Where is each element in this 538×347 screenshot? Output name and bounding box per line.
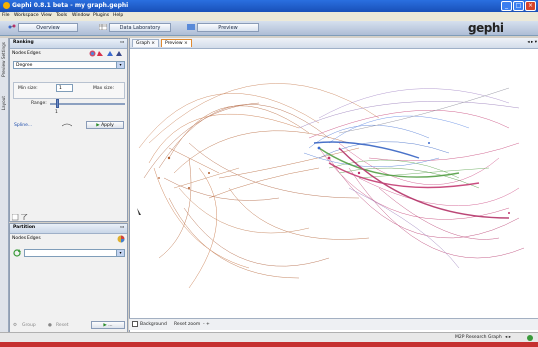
network-graph[interactable] [129,48,538,316]
menu-view[interactable]: View [41,13,52,18]
partition-panel: Partition ▭ Nodes Edges ▾ Group ⚙ ● Rese… [9,223,128,340]
maximize-button[interactable]: □ [513,1,524,11]
layout-tab[interactable]: Layout [1,96,6,110]
menu-window[interactable]: Window [72,13,90,18]
status-indicator-icon [527,335,533,341]
ranking-apply-button[interactable]: ▶ Apply [86,121,124,129]
title-bar: Gephi 0.8.1 beta - my graph.gephi _ □ × [0,0,538,12]
range-label: Range: [31,101,47,106]
group-icon: ⚙ [13,323,18,328]
ranking-tab-nodes[interactable]: Nodes [12,51,26,56]
gephi-window: Gephi 0.8.1 beta - my graph.gephi _ □ × … [0,0,538,347]
side-tab-strip: Preview Settings Layout [0,38,9,340]
refresh-icon[interactable] [13,249,21,257]
overview-button[interactable]: Overview [18,23,78,32]
partition-header: Partition ▭ [10,224,127,234]
spline-link[interactable]: Spline... [14,123,32,128]
min-size-label: Min size: [18,86,38,91]
close-button[interactable]: × [525,1,536,11]
ranking-title: Ranking [13,40,34,45]
menu-help[interactable]: Help [113,13,123,18]
chevron-down-icon: ▾ [116,250,124,256]
max-size-label: Max size: [93,86,114,91]
window-border [0,342,538,347]
zoom-controls[interactable]: - + [203,322,210,327]
min-size-spinner[interactable]: 1 [56,84,73,92]
range-value: 1 [55,110,58,115]
play-icon: ▶ [103,323,107,328]
partition-tab-edges[interactable]: Edges [27,236,41,241]
background-checkbox[interactable] [132,321,138,327]
gephi-logo: gephi [468,21,504,35]
partition-tab-nodes[interactable]: Nodes [12,236,26,241]
partition-minimize-icon[interactable]: ▭ [120,225,124,230]
preview-bottom-toolbar: Background Reset zoom - + [129,318,538,330]
range-slider-handle[interactable] [56,99,59,108]
reset-icon: ● [48,323,52,328]
ranking-panel: Ranking ▭ Nodes Edges Degree ▾ Min size:… [9,38,128,222]
partition-apply-button[interactable]: ▶ ... [91,321,125,329]
tab-graph[interactable]: Graph × [132,39,160,47]
data-lab-icon [99,24,107,30]
color-wheel-icon[interactable] [117,235,125,243]
reset-zoom-button[interactable]: Reset zoom [174,322,200,327]
menu-plugins[interactable]: Plugins [93,13,109,18]
perspective-bar: Overview Data Laboratory Preview gephi [0,21,538,36]
ranking-minimize-icon[interactable]: ▭ [120,40,124,45]
window-title: Gephi 0.8.1 beta - my graph.gephi [12,2,129,9]
status-arrows[interactable]: ◂ ▸ [505,335,511,340]
preview-settings-tab[interactable]: Preview Settings [1,42,6,77]
minimize-button[interactable]: _ [501,1,512,11]
ranking-parameter-select[interactable]: Degree ▾ [13,61,125,69]
partition-title: Partition [13,225,36,230]
chevron-down-icon: ▾ [116,62,124,68]
menu-workspace[interactable]: Workspace [14,13,39,18]
background-label: Background [140,322,167,327]
tab-preview[interactable]: Preview × [161,39,192,47]
tab-scroll-arrows[interactable]: ◂ ▸ ▾ [527,40,537,45]
status-text: M2P Research Graph [455,335,502,340]
preview-icon [187,24,195,30]
tab-preview-label: Preview [165,41,183,46]
mouse-cursor-icon [137,208,141,215]
menu-bar: File Workspace View Tools Window Plugins… [0,12,538,21]
data-laboratory-button[interactable]: Data Laboratory [109,23,171,32]
ranking-toolbar-icons[interactable] [89,50,125,57]
partition-reset-label[interactable]: Reset [56,323,69,328]
preview-button[interactable]: Preview [197,23,259,32]
range-slider-track[interactable] [50,103,125,105]
partition-parameter-select[interactable]: ▾ [24,249,125,257]
menu-tools[interactable]: Tools [56,13,67,18]
overview-icon [8,24,16,29]
menu-file[interactable]: File [2,13,10,18]
ranking-tab-edges[interactable]: Edges [27,51,41,56]
ranking-header: Ranking ▭ [10,39,127,49]
spline-curve-icon [62,123,72,127]
ranking-parameter-value: Degree [16,63,33,68]
partition-group-button[interactable]: Group [22,323,36,328]
app-icon [3,2,10,9]
ranking-result-icons[interactable] [12,214,28,221]
